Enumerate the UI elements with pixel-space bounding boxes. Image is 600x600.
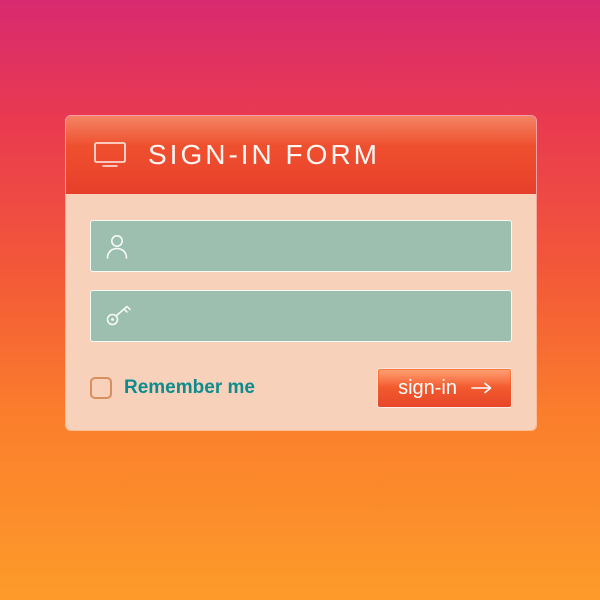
form-footer-row: Remember me sign-in [90, 368, 512, 408]
card-body: Remember me sign-in [66, 194, 536, 430]
signin-button[interactable]: sign-in [377, 368, 512, 408]
key-icon [105, 304, 133, 328]
form-title: SIGN-IN FORM [148, 139, 380, 171]
signin-card: SIGN-IN FORM [65, 115, 537, 431]
remember-checkbox[interactable] [90, 377, 112, 399]
user-icon [105, 233, 129, 259]
monitor-icon [94, 142, 126, 168]
username-input[interactable] [141, 236, 497, 256]
password-field[interactable] [90, 290, 512, 342]
password-input[interactable] [145, 306, 497, 326]
signin-button-label: sign-in [398, 377, 457, 400]
username-field[interactable] [90, 220, 512, 272]
remember-me[interactable]: Remember me [90, 377, 255, 399]
arrow-right-icon [471, 382, 493, 394]
remember-label: Remember me [124, 377, 255, 399]
card-header: SIGN-IN FORM [66, 116, 536, 194]
